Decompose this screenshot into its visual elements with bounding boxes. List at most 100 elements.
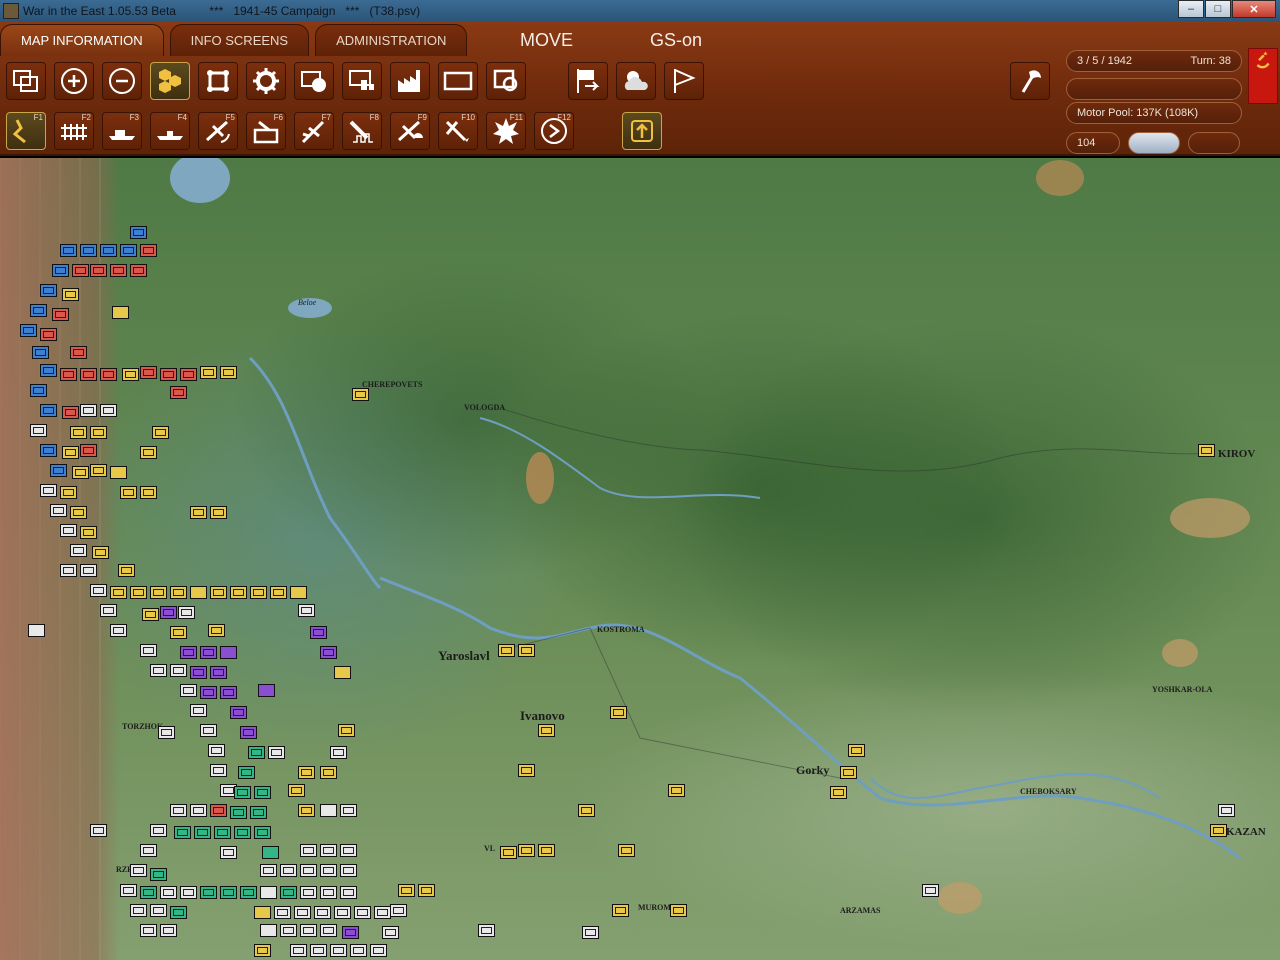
map-unit[interactable] <box>538 724 555 737</box>
map-unit[interactable] <box>170 626 187 639</box>
airfield-icon[interactable]: F6 <box>246 112 286 150</box>
tab-info-screens[interactable]: INFO SCREENS <box>169 24 310 56</box>
map-unit[interactable] <box>100 368 117 381</box>
frame-icon[interactable] <box>198 62 238 100</box>
advance-icon[interactable]: F12 <box>534 112 574 150</box>
map-unit[interactable] <box>220 846 237 859</box>
map-unit[interactable] <box>250 586 267 599</box>
map-unit[interactable] <box>120 884 137 897</box>
hq-unit[interactable] <box>28 624 45 637</box>
map-unit[interactable] <box>230 706 247 719</box>
hex-overlay-icon[interactable] <box>6 62 46 100</box>
map-unit[interactable] <box>170 386 187 399</box>
factory-icon[interactable] <box>390 62 430 100</box>
map-unit[interactable] <box>52 264 69 277</box>
ship-icon[interactable]: F4 <box>150 112 190 150</box>
map-unit[interactable] <box>288 784 305 797</box>
map-unit[interactable] <box>840 766 857 779</box>
map-unit[interactable] <box>300 844 317 857</box>
map-unit[interactable] <box>610 706 627 719</box>
map-unit[interactable] <box>200 886 217 899</box>
map-unit[interactable] <box>60 244 77 257</box>
map-unit[interactable] <box>350 944 367 957</box>
map-unit[interactable] <box>234 826 251 839</box>
map-unit[interactable] <box>40 364 57 377</box>
minimize-button[interactable]: – <box>1178 0 1204 18</box>
city-arzamas[interactable]: ARZAMAS <box>840 906 880 915</box>
map-unit[interactable] <box>110 264 127 277</box>
air-recon-icon[interactable]: F5 <box>198 112 238 150</box>
map-unit[interactable] <box>340 886 357 899</box>
city-ivanovo[interactable]: Ivanovo <box>520 708 565 724</box>
map-unit[interactable] <box>140 886 157 899</box>
map-unit[interactable] <box>32 346 49 359</box>
map-unit[interactable] <box>260 864 277 877</box>
map-unit[interactable] <box>280 886 297 899</box>
map-unit[interactable] <box>80 244 97 257</box>
map-unit[interactable] <box>72 264 89 277</box>
city-kostroma[interactable]: KOSTROMA <box>597 625 645 634</box>
map-unit[interactable] <box>274 906 291 919</box>
map-unit[interactable] <box>330 944 347 957</box>
map-unit[interactable] <box>240 726 257 739</box>
hq-unit[interactable] <box>254 906 271 919</box>
map-unit[interactable] <box>320 924 337 937</box>
map-unit[interactable] <box>52 308 69 321</box>
map-unit[interactable] <box>214 826 231 839</box>
unit-shape-icon[interactable] <box>294 62 334 100</box>
map-unit[interactable] <box>300 864 317 877</box>
map-unit[interactable] <box>90 464 107 477</box>
map-unit[interactable] <box>140 446 157 459</box>
map-unit[interactable] <box>220 886 237 899</box>
map-unit[interactable] <box>240 886 257 899</box>
map-unit[interactable] <box>290 944 307 957</box>
map-unit[interactable] <box>140 844 157 857</box>
map-unit[interactable] <box>612 904 629 917</box>
map-unit[interactable] <box>518 844 535 857</box>
map-unit[interactable] <box>670 904 687 917</box>
hq-unit[interactable] <box>260 886 277 899</box>
map-unit[interactable] <box>90 264 107 277</box>
city-vologda[interactable]: VOLOGDA <box>464 403 505 412</box>
map-unit[interactable] <box>160 368 177 381</box>
map-unit[interactable] <box>160 606 177 619</box>
hq-unit[interactable] <box>110 466 127 479</box>
map-unit[interactable] <box>830 786 847 799</box>
map-unit[interactable] <box>110 586 127 599</box>
map-unit[interactable] <box>210 666 227 679</box>
paradrop-icon[interactable]: F9 <box>390 112 430 150</box>
map-unit[interactable] <box>230 806 247 819</box>
map-unit[interactable] <box>220 366 237 379</box>
city-murom[interactable]: MUROM <box>638 903 671 912</box>
map-unit[interactable] <box>210 804 227 817</box>
map-unit[interactable] <box>340 844 357 857</box>
map-unit[interactable] <box>20 324 37 337</box>
city-vladimir[interactable]: VL <box>484 844 495 853</box>
city-kazan[interactable]: KAZAN <box>1226 826 1266 838</box>
map-unit[interactable] <box>280 864 297 877</box>
map-unit[interactable] <box>110 624 127 637</box>
map-unit[interactable] <box>190 804 207 817</box>
map-unit[interactable] <box>62 288 79 301</box>
map-unit[interactable] <box>270 586 287 599</box>
map-unit[interactable] <box>118 564 135 577</box>
city-yaroslavl[interactable]: Yaroslavl <box>438 648 490 664</box>
map-unit[interactable] <box>210 506 227 519</box>
map-unit[interactable] <box>248 746 265 759</box>
map-unit[interactable] <box>320 864 337 877</box>
hq-unit[interactable] <box>220 646 237 659</box>
map-unit[interactable] <box>200 366 217 379</box>
map-unit[interactable] <box>40 484 57 497</box>
map-unit[interactable] <box>140 486 157 499</box>
naval-icon[interactable]: F3 <box>102 112 142 150</box>
map-unit[interactable] <box>170 664 187 677</box>
map-unit[interactable] <box>90 824 107 837</box>
map-unit[interactable] <box>142 608 159 621</box>
city-kirov[interactable]: KIROV <box>1218 448 1255 460</box>
upload-icon[interactable] <box>622 112 662 150</box>
map-unit[interactable] <box>230 586 247 599</box>
map-unit[interactable] <box>30 424 47 437</box>
map-unit[interactable] <box>150 664 167 677</box>
map-unit[interactable] <box>60 486 77 499</box>
map-unit[interactable] <box>300 924 317 937</box>
